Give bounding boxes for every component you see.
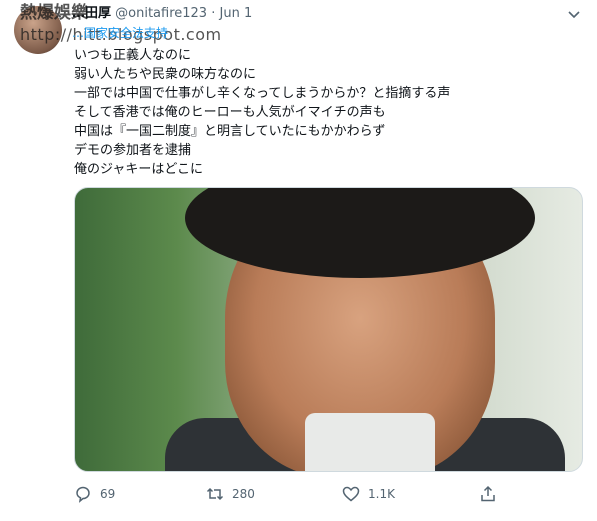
share-button[interactable] [479, 483, 497, 505]
user-handle[interactable]: @onitafire123 [115, 6, 207, 21]
reply-context[interactable]: …国家安全法支持 [72, 25, 168, 41]
share-icon [481, 485, 495, 502]
chevron-down-icon[interactable] [567, 8, 581, 22]
tweet-text-line: 弱い人たちや民衆の味方なのに [74, 67, 257, 82]
display-name[interactable]: …田厚 [72, 6, 111, 21]
heart-icon [342, 486, 360, 502]
reply-button[interactable]: 69 [74, 483, 115, 505]
retweet-button[interactable]: 280 [206, 483, 255, 505]
tweet-text-line: デモの参加者を逮捕 [74, 143, 192, 158]
retweet-count: 280 [232, 487, 255, 501]
tweet-text: いつも正義人なのに 弱い人たちや民衆の味方なのに 一部では中国で仕事がし辛くなっ… [74, 46, 574, 179]
tweet-timestamp[interactable]: Jun 1 [220, 6, 253, 21]
avatar[interactable] [14, 6, 62, 54]
tweet-text-line: 俺のジャキーはどこに [74, 162, 203, 177]
retweet-icon [206, 487, 224, 501]
like-button[interactable]: 1.1K [342, 483, 395, 505]
like-count: 1.1K [368, 487, 395, 501]
tweet-text-line: 中国は『一国二制度』と明言していたにもかかわらず [74, 124, 386, 139]
tweet-text-line: そして香港では俺のヒーローも人気がイマイチの声も [74, 105, 386, 120]
separator: · [211, 6, 216, 21]
tweet-text-line: 一部では中国で仕事がし辛くなってしまうからか？と指摘する声 [74, 86, 451, 101]
reply-icon [76, 486, 90, 503]
tweet-actions: 69 280 1.1K [74, 483, 504, 505]
reply-count: 69 [100, 487, 116, 501]
tweet-photo[interactable] [74, 187, 583, 472]
tweet-header: …田厚 @onitafire123 · Jun 1 [72, 4, 581, 24]
photo-collar [305, 413, 435, 471]
tweet-text-line: いつも正義人なのに [74, 48, 192, 63]
